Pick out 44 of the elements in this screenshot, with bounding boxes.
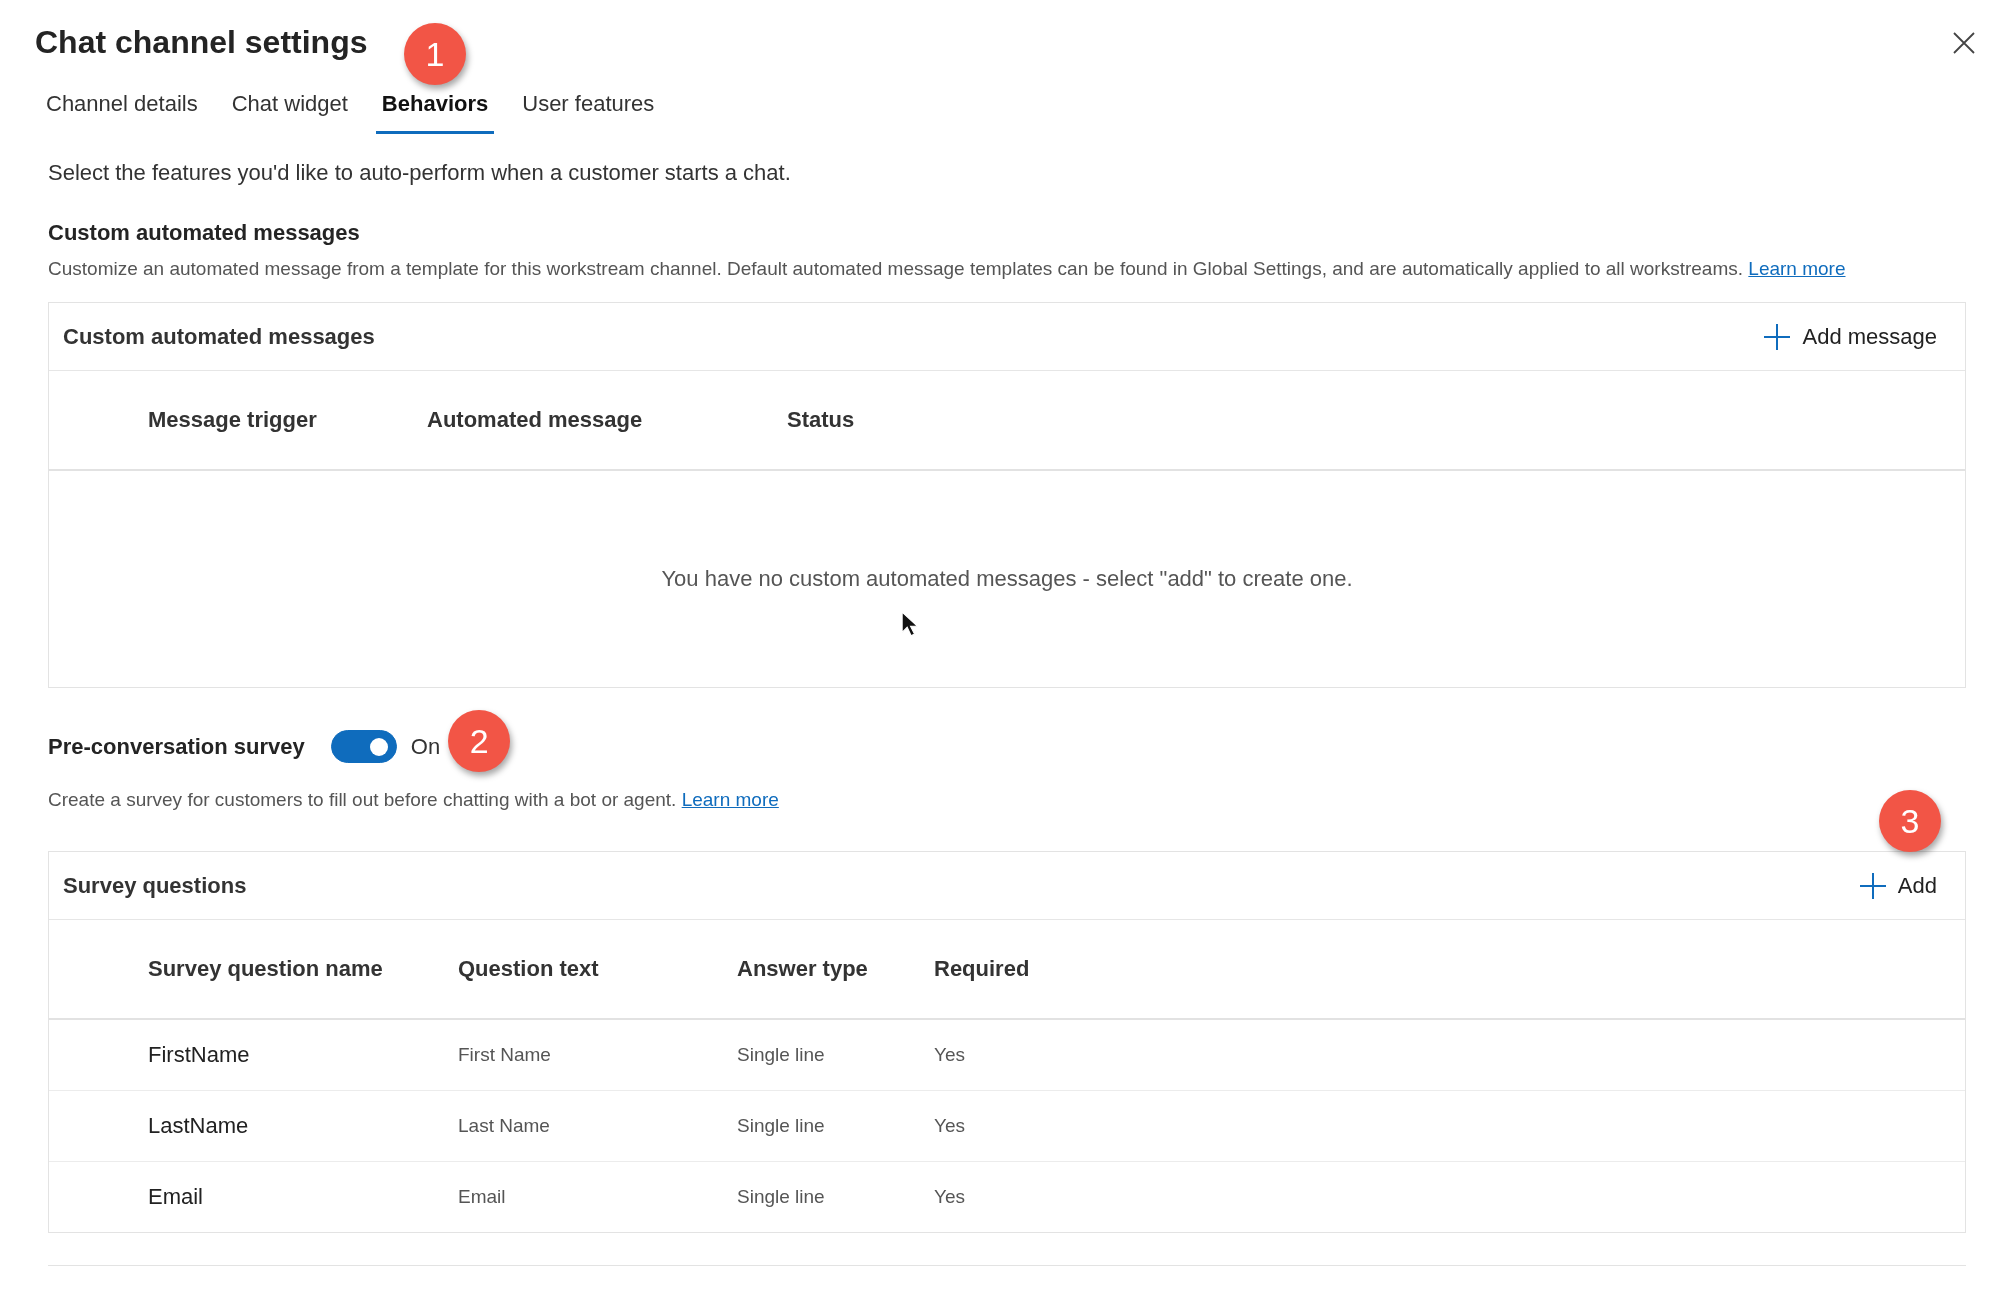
toggle-label: Pre-conversation survey xyxy=(48,733,305,760)
column-header[interactable]: Question text xyxy=(458,956,599,982)
tab[interactable]: Chat widget xyxy=(225,81,354,134)
cursor-icon xyxy=(901,611,919,638)
intro-text: Select the features you'd like to auto-perform when a customer starts a chat. xyxy=(48,160,792,186)
table-cell-text: Email xyxy=(458,1186,507,1208)
plus-icon xyxy=(1764,323,1791,350)
table-cell-text: Single line xyxy=(737,1186,826,1208)
table-cell-text: FirstName xyxy=(148,1042,251,1068)
tab[interactable]: User features xyxy=(516,81,661,134)
table-cell-text: First Name xyxy=(458,1044,552,1066)
table-title: Survey questions xyxy=(63,872,247,899)
toggle-state: On xyxy=(410,733,441,760)
plus-icon xyxy=(1859,872,1886,899)
table-cell-text: Single line xyxy=(737,1115,826,1137)
callout-badge: 2 xyxy=(448,710,511,772)
column-header[interactable]: Automated message xyxy=(427,407,643,433)
section-description: Customize an automated message from a template for this workstream channel. Default automated message templates can be found in Global Settings, and are automatically applied to all workstreams. Learn more xyxy=(48,258,1847,280)
learn-more-link[interactable]: Learn more xyxy=(1748,258,1846,279)
dialog-title: Chat channel settings xyxy=(35,24,368,61)
table-cell-text: Single line xyxy=(737,1044,826,1066)
column-header[interactable]: Message trigger xyxy=(148,407,317,433)
add-button[interactable]: Add xyxy=(1859,868,1937,903)
table-title: Custom automated messages xyxy=(63,323,375,350)
section-heading: Custom automated messages xyxy=(48,220,361,246)
add-message-button[interactable]: Add message xyxy=(1764,319,1937,354)
column-header[interactable]: Survey question name xyxy=(148,956,383,982)
close-icon[interactable] xyxy=(1952,30,1976,55)
table-cell-text: Email xyxy=(148,1184,204,1210)
table-cell-text: Yes xyxy=(934,1115,966,1137)
column-header[interactable]: Required xyxy=(934,956,1030,982)
callout-badge: 3 xyxy=(1879,790,1941,852)
toggle-switch[interactable] xyxy=(330,730,397,763)
empty-message: You have no custom automated messages - select "add" to create one. xyxy=(661,566,1353,592)
table-cell-text: Yes xyxy=(934,1044,966,1066)
column-header[interactable]: Status xyxy=(787,407,855,433)
column-header[interactable]: Answer type xyxy=(737,956,868,982)
tab[interactable]: Channel details xyxy=(40,81,204,134)
callout-badge: 1 xyxy=(404,23,467,85)
section-description: Create a survey for customers to fill out before chatting with a bot or agent. Learn more xyxy=(48,789,780,811)
table-cell-text: Last Name xyxy=(458,1115,551,1137)
table-cell-text: LastName xyxy=(148,1113,250,1139)
learn-more-link[interactable]: Learn more xyxy=(681,789,779,810)
table-cell-text: Yes xyxy=(934,1186,966,1208)
